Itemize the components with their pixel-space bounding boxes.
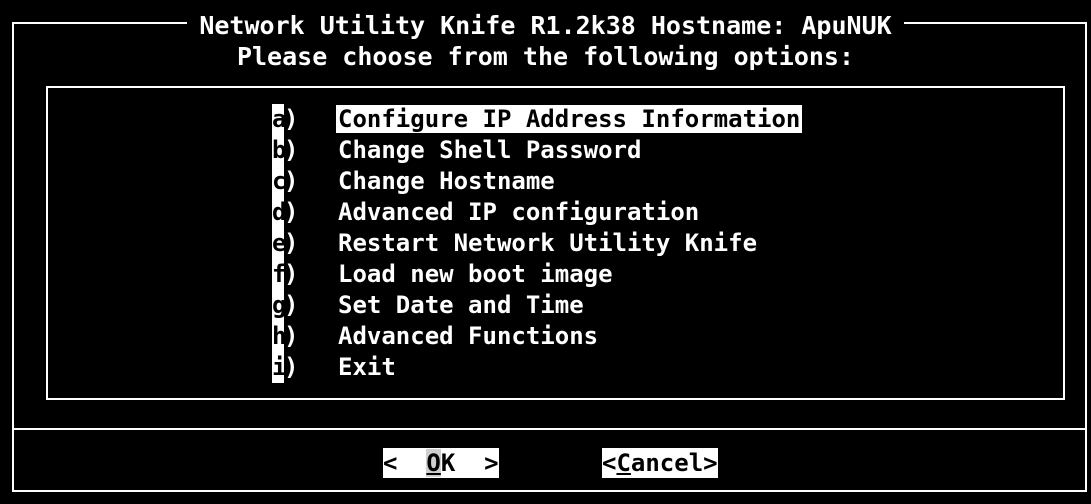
cancel-button-rest: ancel>	[630, 449, 718, 477]
cancel-button-prefix: <	[602, 449, 617, 477]
menu-item-label: Configure IP Address Information	[336, 105, 803, 133]
menu-item-restart[interactable]: e) Restart Network Utility Knife	[272, 228, 802, 259]
menu-item-label: Advanced IP configuration	[338, 198, 700, 226]
menu-item-key: e	[272, 228, 287, 259]
menu-item-advanced-ip[interactable]: d) Advanced IP configuration	[272, 197, 802, 228]
menu-item-configure-ip[interactable]: a) Configure IP Address Information	[272, 104, 803, 135]
menu-item-key: h	[272, 321, 287, 352]
menu-item-label: Change Shell Password	[338, 136, 642, 164]
menu-item-key: a	[272, 104, 287, 135]
menu-item-paren: )	[284, 136, 299, 164]
menu-item-key: c	[272, 166, 287, 197]
menu-item-key: i	[272, 352, 287, 383]
menu-item-paren: )	[284, 353, 299, 381]
menu-item-advanced-functions[interactable]: h) Advanced Functions	[272, 321, 802, 352]
menu-list: a) Configure IP Address Information b) Cha…	[272, 104, 803, 383]
menu-item-key: d	[272, 197, 287, 228]
menu-item-change-hostname[interactable]: c) Change Hostname	[272, 166, 802, 197]
ok-button[interactable]: < OK >	[383, 448, 499, 478]
cancel-button[interactable]: <Cancel>	[602, 448, 718, 478]
menu-item-set-date-time[interactable]: g) Set Date and Time	[272, 290, 802, 321]
menu-item-change-shell-password[interactable]: b) Change Shell Password	[272, 135, 802, 166]
menu-item-key: f	[272, 259, 287, 290]
menu-item-label: Restart Network Utility Knife	[338, 229, 758, 257]
menu-item-label: Set Date and Time	[338, 291, 584, 319]
dialog-title: Network Utility Knife R1.2k38 Hostname: …	[0, 11, 1091, 41]
menu-item-paren: )	[284, 322, 299, 350]
dialog-title-text: Network Utility Knife R1.2k38 Hostname: …	[187, 11, 904, 40]
menu-item-paren: )	[284, 229, 299, 257]
menu-item-label: Change Hostname	[338, 167, 555, 195]
menu-item-key: g	[272, 290, 287, 321]
menu-item-label: Load new boot image	[338, 260, 613, 288]
menu-item-paren: )	[284, 105, 299, 133]
menu-item-exit[interactable]: i) Exit	[272, 352, 802, 383]
menu-item-label: Exit	[338, 353, 396, 381]
button-separator	[12, 428, 1087, 430]
ok-button-prefix: <	[383, 449, 427, 477]
ok-button-hotkey: O	[426, 449, 441, 477]
menu-item-paren: )	[284, 291, 299, 319]
menu-item-label: Advanced Functions	[338, 322, 599, 350]
menu-item-load-boot-image[interactable]: f) Load new boot image	[272, 259, 802, 290]
ok-button-rest: K >	[440, 449, 499, 477]
menu-item-paren: )	[284, 167, 299, 195]
menu-item-key: b	[272, 135, 287, 166]
cancel-button-hotkey: C	[616, 449, 631, 477]
menu-item-paren: )	[284, 198, 299, 226]
menu-item-paren: )	[284, 260, 299, 288]
dialog-subtitle: Please choose from the following options…	[236, 42, 855, 71]
